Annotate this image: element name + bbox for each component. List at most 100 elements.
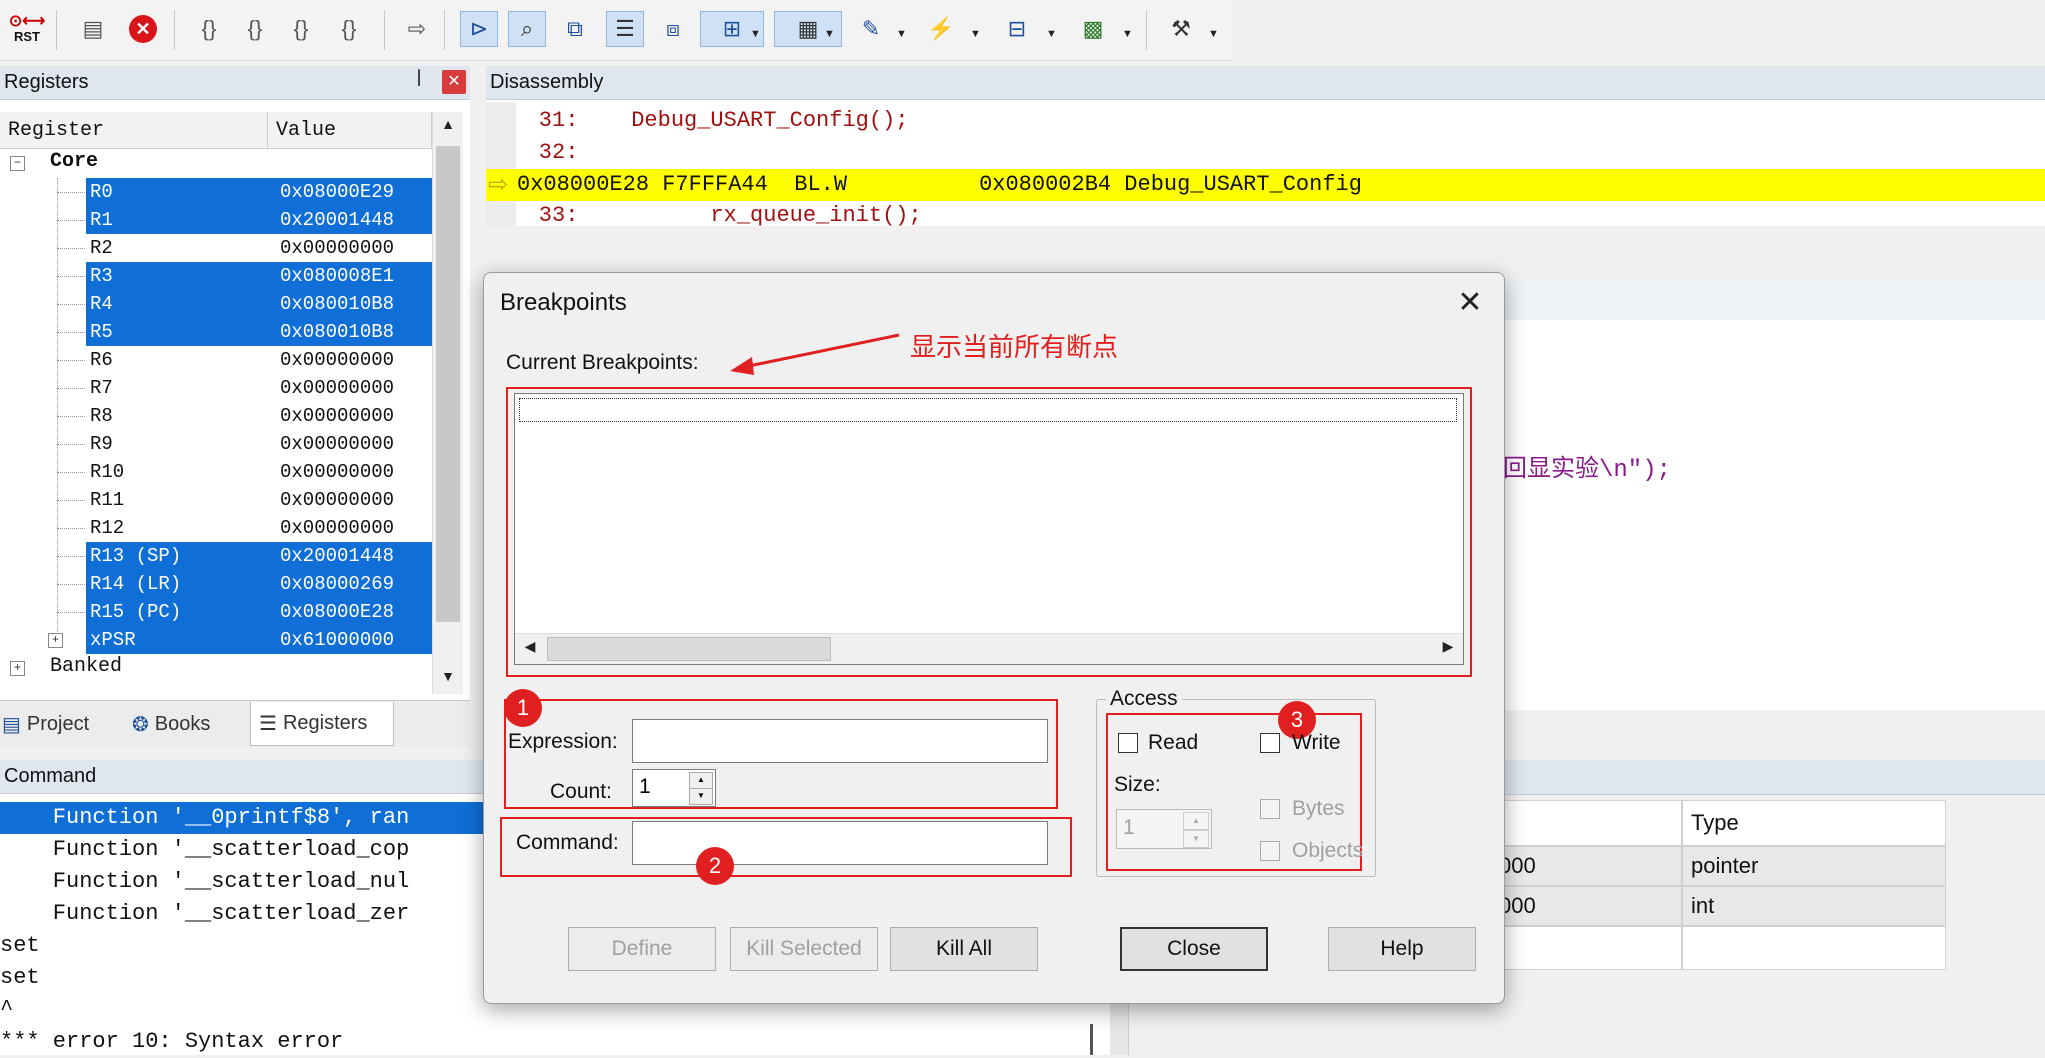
objects-checkbox[interactable] <box>1260 841 1280 861</box>
close-button[interactable]: Close <box>1120 927 1268 971</box>
chevron-down-icon[interactable]: ▼ <box>1208 28 1219 40</box>
collapse-core-toggle[interactable]: − <box>10 156 25 171</box>
register-value[interactable]: 0x00000000 <box>272 374 432 402</box>
tab-books[interactable]: ❂ Books <box>132 702 244 746</box>
register-row-r0[interactable]: R0 0x08000E29 <box>0 178 432 206</box>
register-value[interactable]: 0x00000000 <box>272 346 432 374</box>
trace-window-button[interactable]: ⊟ <box>998 11 1036 47</box>
system-viewer-button[interactable]: ▩ <box>1074 11 1112 47</box>
scroll-right-icon[interactable]: ▶ <box>1437 638 1459 660</box>
register-row-r1[interactable]: R1 0x20001448 <box>0 206 432 234</box>
command-input[interactable] <box>632 821 1048 865</box>
register-value[interactable]: 0x61000000 <box>272 626 432 654</box>
register-row-r13[interactable]: R13 (SP) 0x20001448 <box>0 542 432 570</box>
scroll-down-icon[interactable]: ▼ <box>437 668 459 692</box>
chevron-down-icon[interactable]: ▼ <box>1122 28 1133 40</box>
read-checkbox[interactable] <box>1118 733 1138 753</box>
register-row-r2[interactable]: R2 0x00000000 <box>0 234 432 262</box>
disassembly-window-button[interactable]: ⌕ <box>508 11 546 47</box>
chevron-down-icon[interactable]: ▼ <box>896 28 907 40</box>
chevron-up-icon[interactable]: ▲ <box>689 772 713 789</box>
register-value[interactable]: 0x00000000 <box>272 234 432 262</box>
tab-project[interactable]: ▤ Project <box>2 702 128 746</box>
register-row-r14[interactable]: R14 (LR) 0x08000269 <box>0 570 432 598</box>
scroll-left-icon[interactable]: ◀ <box>519 638 541 660</box>
register-row-r3[interactable]: R3 0x080008E1 <box>0 262 432 290</box>
chevron-down-icon[interactable]: ▼ <box>689 788 713 805</box>
analysis-window-button[interactable]: ⚡ <box>922 11 960 47</box>
toolbox-button[interactable]: ⚒ <box>1162 11 1200 47</box>
core-group-label[interactable]: Core <box>50 150 98 173</box>
bytes-checkbox[interactable] <box>1260 799 1280 819</box>
register-value[interactable]: 0x08000E29 <box>272 178 432 206</box>
close-icon[interactable]: ✕ <box>442 70 466 94</box>
command-output-line[interactable]: *** error 10: Syntax error <box>0 1026 343 1058</box>
serial-window-button[interactable]: ✎ <box>852 11 890 47</box>
expand-banked-toggle[interactable]: + <box>10 661 25 676</box>
define-button[interactable]: Define <box>568 927 716 971</box>
disassembly-instruction-line[interactable]: 0x08000E28 F7FFFA44 BL.W 0x080002B4 Debu… <box>517 169 2017 201</box>
register-row-r4[interactable]: R4 0x080010B8 <box>0 290 432 318</box>
scrollbar-thumb[interactable] <box>436 146 460 622</box>
pin-icon[interactable]: ꟾ <box>408 70 430 94</box>
command-output-line[interactable]: Function '__0printf$8', ran <box>0 802 409 834</box>
command-window-button[interactable]: ⊳ <box>460 11 498 47</box>
command-output-line[interactable]: ^ <box>0 994 13 1026</box>
register-row-r10[interactable]: R10 0x00000000 <box>0 458 432 486</box>
chevron-down-icon[interactable]: ▼ <box>1183 830 1209 848</box>
register-row-r8[interactable]: R8 0x00000000 <box>0 402 432 430</box>
register-value[interactable]: 0x20001448 <box>272 542 432 570</box>
watch-cell-empty[interactable] <box>1682 926 1946 970</box>
register-value[interactable]: 0x00000000 <box>272 514 432 542</box>
run-to-cursor-button[interactable]: {} <box>330 11 368 47</box>
register-value[interactable]: 0x080010B8 <box>272 290 432 318</box>
reset-button[interactable]: ⊙⟷ RST <box>8 11 46 47</box>
command-output-line[interactable]: set <box>0 962 40 994</box>
chevron-down-icon[interactable]: ▼ <box>824 28 835 40</box>
count-stepper[interactable]: 1 ▲ ▼ <box>632 769 716 807</box>
register-row-r11[interactable]: R11 0x00000000 <box>0 486 432 514</box>
column-header-value[interactable]: Value <box>268 112 432 148</box>
scroll-up-icon[interactable]: ▲ <box>437 116 459 140</box>
register-value[interactable]: 0x08000E28 <box>272 598 432 626</box>
kill-all-button[interactable]: Kill All <box>890 927 1038 971</box>
disassembly-source-line[interactable]: 32: <box>486 137 2045 169</box>
register-row-r6[interactable]: R6 0x00000000 <box>0 346 432 374</box>
dialog-close-icon[interactable]: ✕ <box>1450 283 1490 323</box>
register-row-r7[interactable]: R7 0x00000000 <box>0 374 432 402</box>
command-output-line[interactable]: Function '__scatterload_zer <box>0 898 409 930</box>
list-focus-row[interactable] <box>519 398 1457 422</box>
run-button[interactable]: ▤ <box>74 11 112 47</box>
watch-header-type[interactable]: Type <box>1682 800 1946 846</box>
register-value[interactable]: 0x00000000 <box>272 486 432 514</box>
watch-cell-type[interactable]: int <box>1682 886 1946 926</box>
symbols-window-button[interactable]: ⧉ <box>556 11 594 47</box>
source-editor[interactable] <box>1503 320 2045 710</box>
register-row-r9[interactable]: R9 0x00000000 <box>0 430 432 458</box>
command-output-line[interactable]: Function '__scatterload_cop <box>0 834 409 866</box>
disassembly-source-line[interactable]: 31: Debug_USART_Config(); <box>486 105 2045 137</box>
register-value[interactable]: 0x00000000 <box>272 402 432 430</box>
expand-xpsr-toggle[interactable]: + <box>48 633 63 648</box>
chevron-up-icon[interactable]: ▲ <box>1183 812 1209 830</box>
register-value[interactable]: 0x08000269 <box>272 570 432 598</box>
chevron-down-icon[interactable]: ▼ <box>1046 28 1057 40</box>
help-button[interactable]: Help <box>1328 927 1476 971</box>
register-value[interactable]: 0x20001448 <box>272 206 432 234</box>
register-row-r5[interactable]: R5 0x080010B8 <box>0 318 432 346</box>
registers-window-button[interactable]: ☰ <box>606 11 644 47</box>
register-row-xpsr[interactable]: + xPSR 0x61000000 <box>0 626 432 654</box>
write-checkbox[interactable] <box>1260 733 1280 753</box>
registers-scrollbar[interactable]: ▲ ▼ <box>432 112 463 694</box>
list-horizontal-scrollbar[interactable]: ◀ ▶ <box>515 633 1463 664</box>
chevron-down-icon[interactable]: ▼ <box>970 28 981 40</box>
step-out-button[interactable]: {} <box>282 11 320 47</box>
size-stepper[interactable]: 1 ▲ ▼ <box>1116 809 1212 849</box>
call-stack-window-button[interactable]: ⧈ <box>654 11 692 47</box>
command-scrollbar-edge[interactable] <box>1090 1024 1093 1055</box>
tab-registers[interactable]: ☰ Registers <box>250 702 394 746</box>
kill-selected-button[interactable]: Kill Selected <box>730 927 878 971</box>
step-in-button[interactable]: {} <box>190 11 228 47</box>
scrollbar-thumb[interactable] <box>547 637 831 661</box>
expression-input[interactable] <box>632 719 1048 763</box>
